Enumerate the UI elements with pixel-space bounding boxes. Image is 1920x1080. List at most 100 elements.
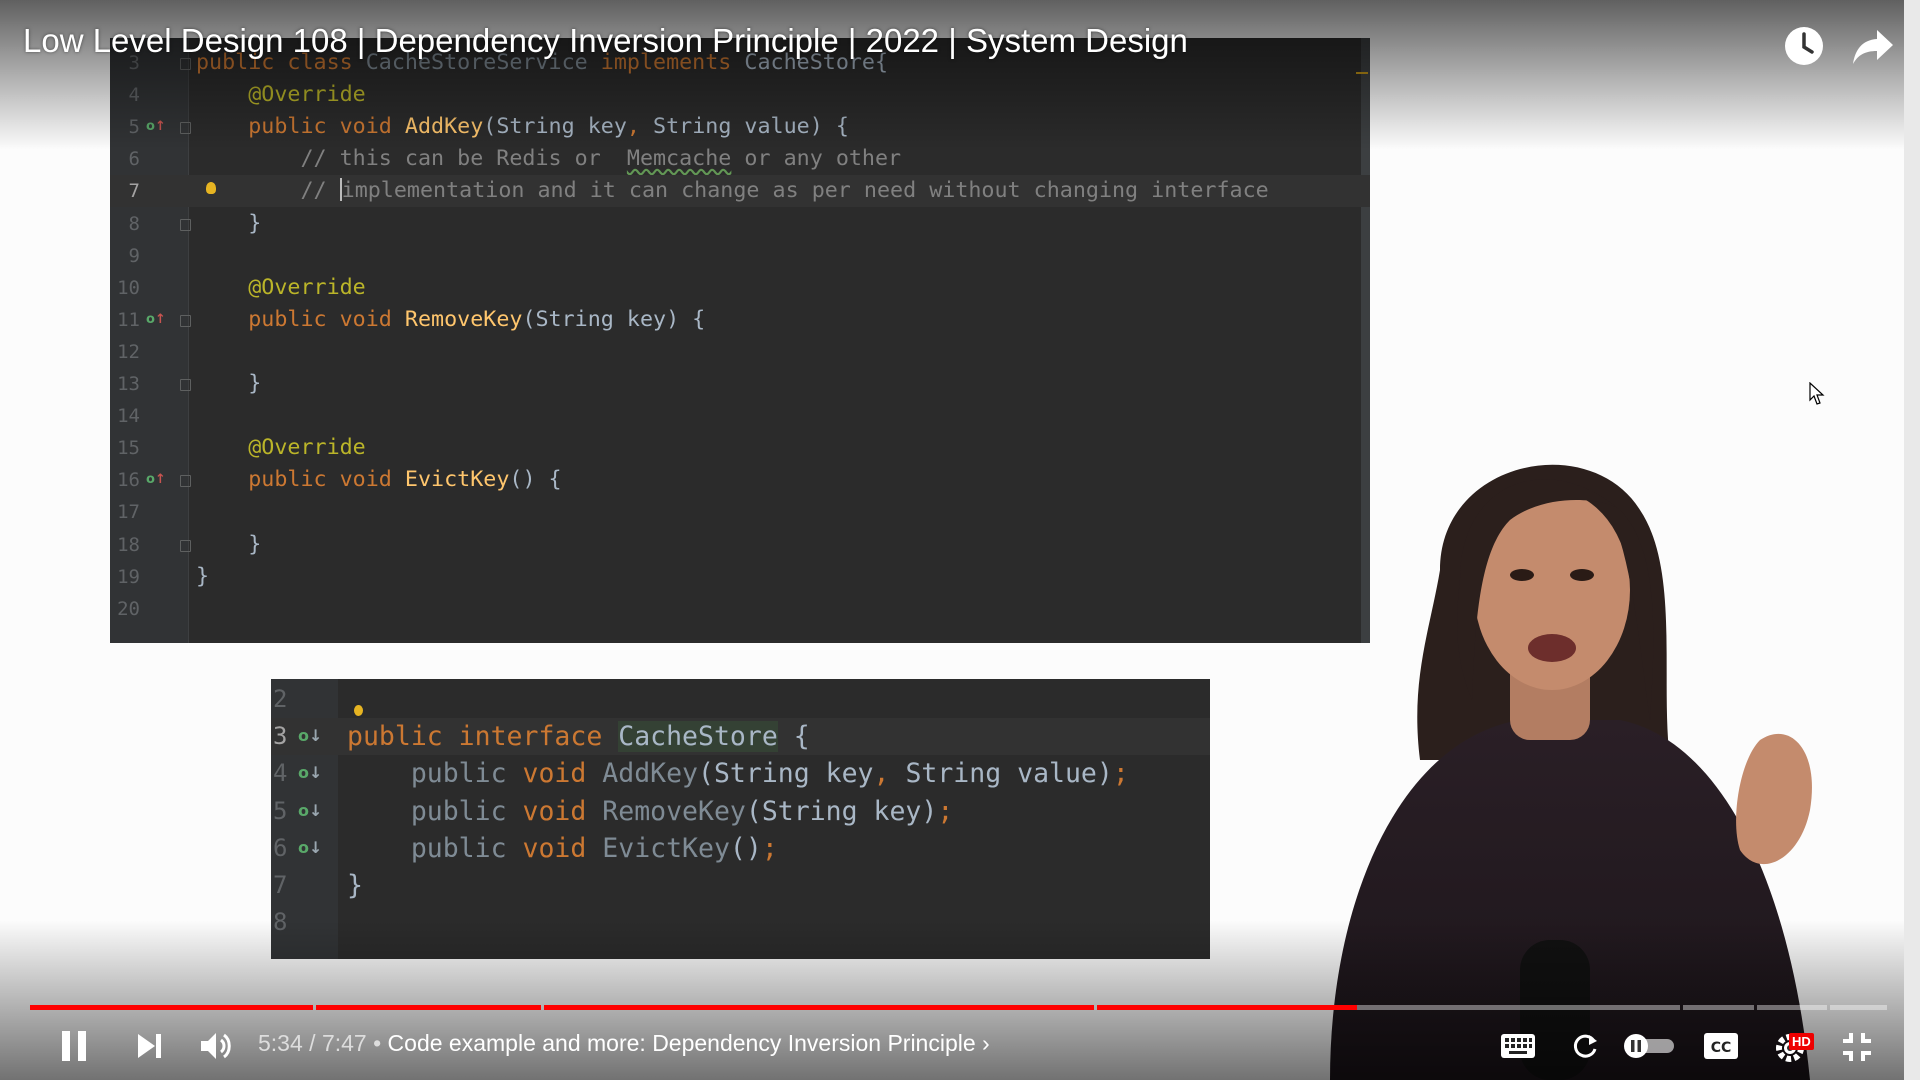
code-token: Memcache	[626, 146, 732, 172]
line-number: 11	[117, 308, 140, 331]
skip-next-icon[interactable]	[135, 1031, 165, 1061]
fold-marker-icon[interactable]	[180, 314, 191, 327]
line-number: 15	[117, 437, 140, 460]
code-line: 12	[110, 336, 1370, 368]
captions-icon[interactable]: CC	[1703, 1031, 1739, 1061]
override-marker-icon[interactable]: o↑	[146, 313, 166, 326]
chapter-segment[interactable]	[1830, 1005, 1887, 1010]
code-token: public	[347, 832, 523, 864]
code-text: public void AddKey(String key, String va…	[347, 755, 1129, 792]
code-text: @Override	[196, 432, 366, 464]
code-text: }	[347, 867, 363, 904]
code-line: 17	[110, 496, 1370, 528]
line-number: 10	[117, 276, 140, 299]
line-number: 7	[128, 180, 140, 203]
chapter-segment[interactable]	[1682, 1005, 1754, 1010]
chapter-segment[interactable]	[315, 1005, 542, 1010]
code-text: }	[196, 561, 209, 593]
chapter-segment[interactable]	[544, 1005, 1094, 1010]
code-token: }	[196, 210, 262, 236]
exit-fullscreen-icon[interactable]	[1841, 1031, 1873, 1063]
chapter-chevron-icon[interactable]: ›	[982, 1030, 990, 1056]
code-line: 20	[110, 593, 1370, 625]
line-number: 4	[273, 759, 288, 788]
implemented-marker-icon[interactable]: o↓	[298, 765, 322, 781]
code-token: public void	[196, 306, 405, 332]
code-editor-interface: 2 3 o↓ public interface CacheStore {4 o↓ pub…	[271, 679, 1210, 959]
code-token: RemoveKey	[404, 306, 523, 332]
autoplay-toggle-icon[interactable]	[1622, 1033, 1676, 1059]
volume-icon[interactable]	[198, 1029, 234, 1063]
clock-icon[interactable]	[1782, 24, 1826, 68]
line-number: 12	[117, 340, 140, 363]
code-token: // this can be Redis or	[196, 146, 627, 172]
code-line: 9	[110, 240, 1370, 272]
code-text: // implementation and it can change as p…	[196, 175, 1269, 207]
share-arrow-icon[interactable]	[1851, 24, 1895, 68]
keyboard-icon[interactable]	[1500, 1032, 1536, 1060]
code-token: ;	[937, 795, 954, 827]
line-number: 16	[117, 469, 140, 492]
code-line: 2	[271, 681, 1210, 718]
progress-fill	[544, 1005, 1094, 1010]
line-number: 2	[273, 685, 288, 713]
progress-bar[interactable]	[30, 1005, 1890, 1010]
code-line: 13 }	[110, 368, 1370, 400]
implemented-marker-icon[interactable]: o↓	[298, 728, 322, 744]
video-frame[interactable]: 3public class CacheStoreService implemen…	[0, 0, 1904, 1080]
code-text: public void RemoveKey(String key);	[347, 793, 953, 830]
chapter-title[interactable]: Code example and more: Dependency Invers…	[388, 1030, 976, 1056]
chapter-segment[interactable]	[1757, 1005, 1828, 1010]
code-token: (String key)	[745, 795, 938, 827]
line-number: 9	[128, 244, 140, 267]
code-token: }	[196, 531, 262, 557]
code-token: or any other	[731, 146, 902, 172]
code-text: }	[196, 368, 261, 400]
pause-icon[interactable]	[58, 1028, 90, 1064]
code-token: void	[522, 758, 603, 790]
code-token: EvictKey	[404, 467, 510, 493]
page-scrollbar[interactable]	[1904, 0, 1920, 1080]
fold-marker-icon[interactable]	[180, 475, 191, 488]
code-token: EvictKey	[602, 832, 730, 864]
code-text: }	[196, 529, 261, 561]
line-number: 17	[117, 501, 140, 524]
code-text: public void EvictKey();	[347, 830, 778, 867]
code-token: public	[347, 795, 523, 827]
code-line: 11 o↑ public void RemoveKey(String key) {	[110, 304, 1370, 336]
code-line: 6 o↓ public void EvictKey();	[271, 830, 1210, 867]
line-number: 7	[273, 871, 288, 899]
code-token: public	[347, 758, 523, 790]
code-line: 5 o↓ public void RemoveKey(String key);	[271, 793, 1210, 830]
code-token: }	[347, 870, 363, 901]
code-line: 7 // implementation and it can change as…	[110, 175, 1370, 208]
video-title[interactable]: Low Level Design 108 | Dependency Invers…	[23, 22, 1188, 60]
code-line: 15 @Override	[110, 432, 1370, 464]
code-line: 7}	[271, 867, 1210, 904]
code-token: public interface	[347, 721, 619, 753]
implemented-marker-icon[interactable]: o↓	[298, 839, 322, 856]
code-token: () {	[509, 467, 562, 493]
code-text: public void EvictKey() {	[196, 464, 562, 496]
loop-icon[interactable]	[1570, 1031, 1600, 1061]
line-number: 20	[117, 597, 140, 620]
time-separator: /	[302, 1030, 322, 1056]
duration: 7:47	[321, 1030, 367, 1056]
fold-marker-icon[interactable]	[180, 379, 191, 391]
code-token: //	[196, 178, 340, 204]
line-number: 6	[273, 833, 288, 862]
progress-fill	[315, 1005, 542, 1010]
code-token: CacheStore	[618, 721, 778, 753]
code-token: @Override	[196, 435, 366, 461]
code-line: 18 }	[110, 529, 1370, 561]
code-token: AddKey	[602, 758, 699, 790]
fold-marker-icon[interactable]	[180, 539, 191, 552]
fold-marker-icon[interactable]	[180, 218, 191, 231]
code-line: 3 o↓ public interface CacheStore {	[271, 718, 1210, 756]
code-token: ;	[1112, 758, 1129, 790]
chapter-segment[interactable]	[1096, 1005, 1680, 1010]
implemented-marker-icon[interactable]: o↓	[298, 802, 322, 819]
line-number: 13	[117, 373, 140, 395]
chapter-segment[interactable]	[30, 1005, 313, 1010]
override-marker-icon[interactable]: o↑	[146, 473, 166, 486]
